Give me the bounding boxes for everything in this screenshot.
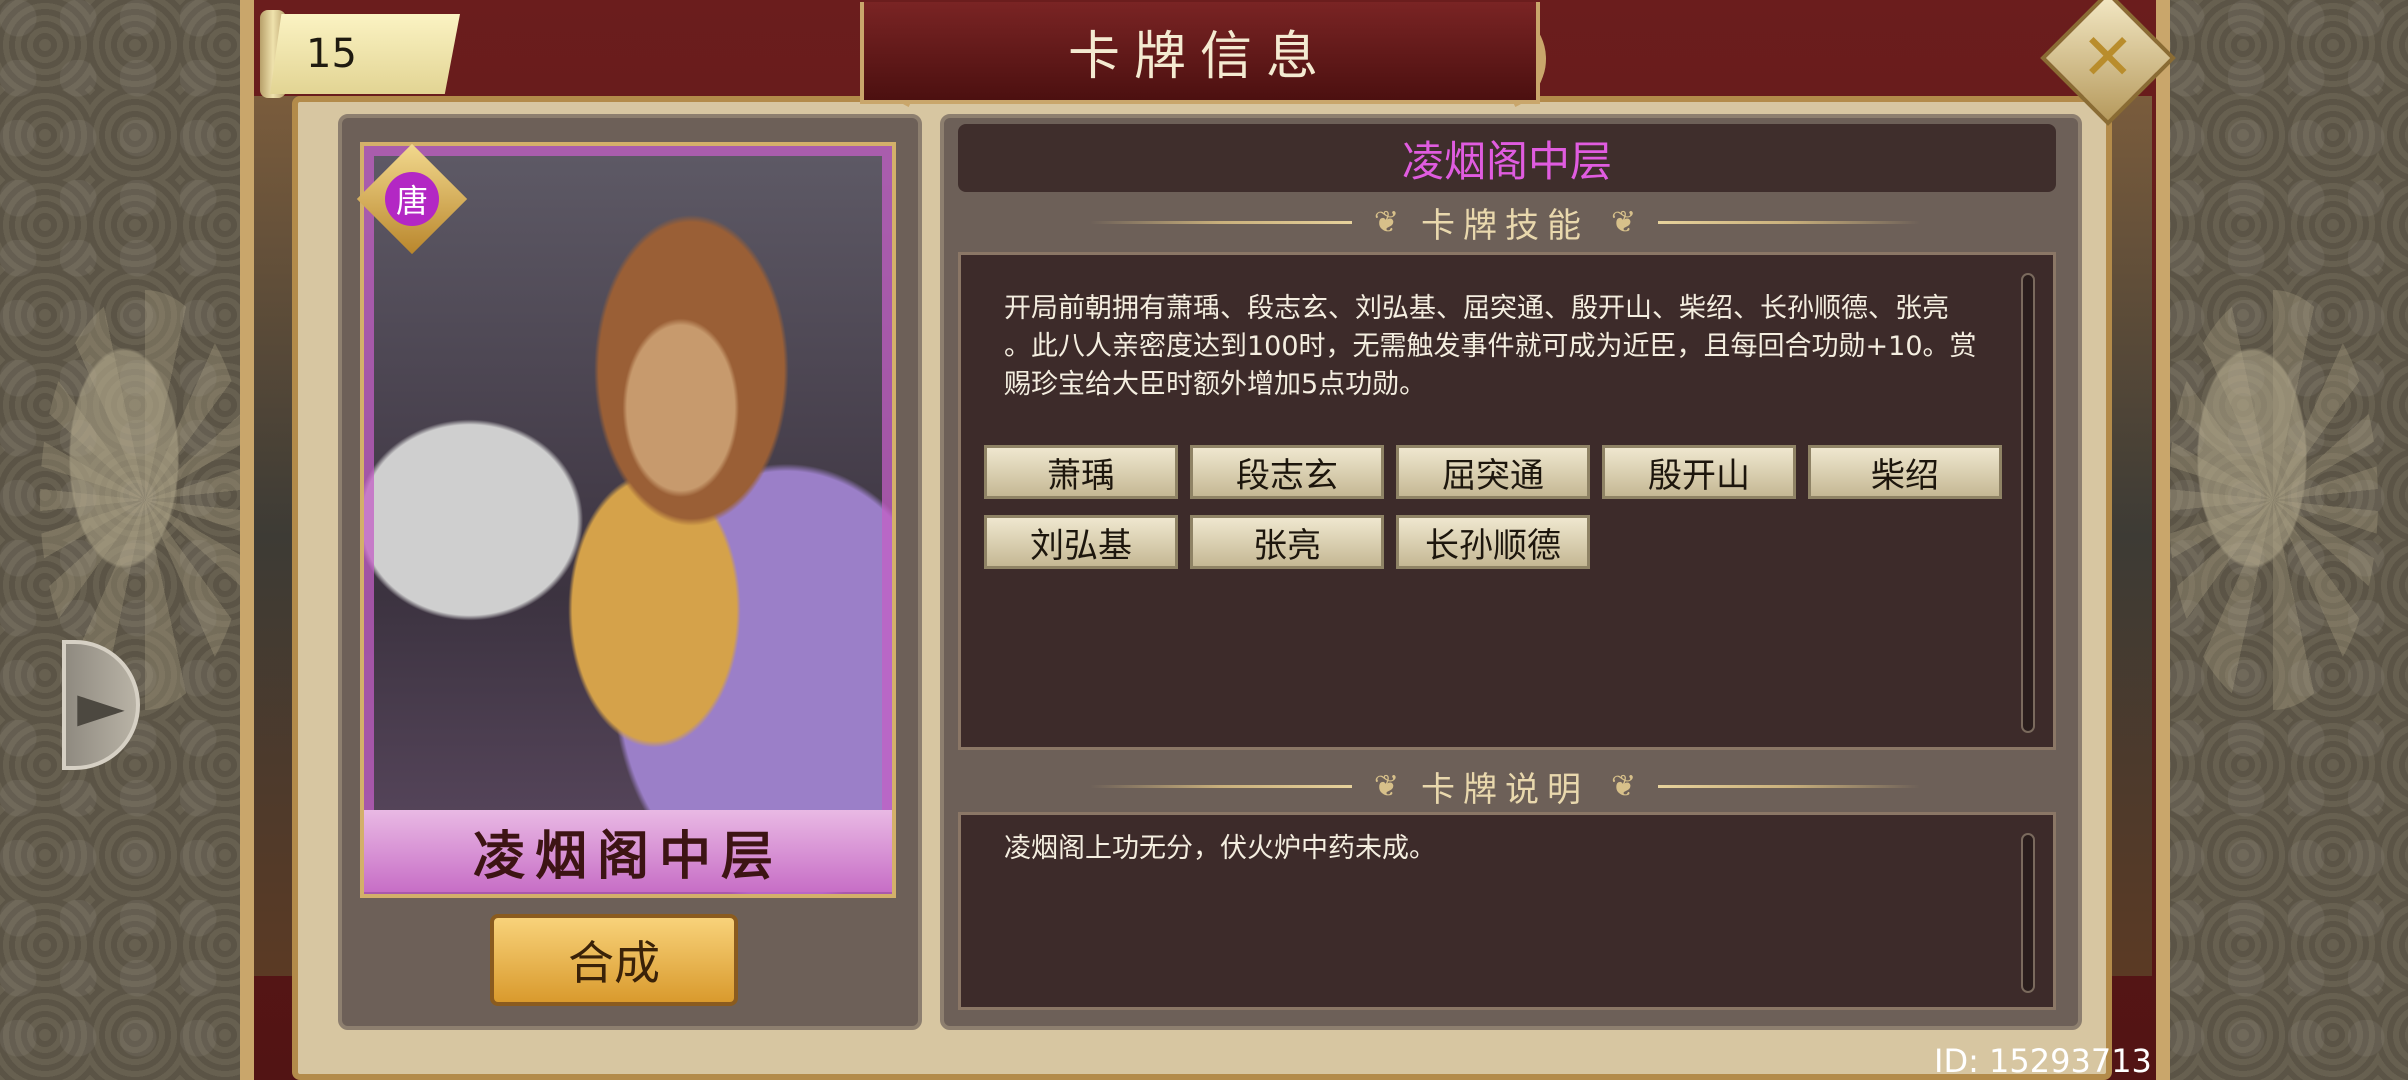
title-bar: 卡牌信息 <box>860 2 1540 104</box>
member-chip[interactable]: 萧瑀 <box>984 445 1178 499</box>
skill-description: 开局前朝拥有萧瑀、段志玄、刘弘基、屈突通、殷开山、柴绍、长孙顺德、张亮 。此八人… <box>1004 290 2004 404</box>
level-badge: 15 <box>270 14 460 94</box>
member-chip[interactable]: 刘弘基 <box>984 515 1178 569</box>
skill-section-header: ❦ 卡牌技能 ❦ <box>1090 202 1920 246</box>
card-portrait <box>360 142 896 898</box>
skill-desc-line: 开局前朝拥有萧瑀、段志玄、刘弘基、屈突通、殷开山、柴绍、长孙顺德、张亮 <box>1004 293 1949 324</box>
lore-section-header: ❦ 卡牌说明 ❦ <box>1090 766 1920 810</box>
lore-scrollbar[interactable] <box>2021 833 2035 993</box>
player-id: ID: 15293713 <box>1934 1042 2152 1080</box>
card-border <box>364 146 892 894</box>
card-name-title: 凌烟阁中层 <box>958 124 2056 192</box>
dragon-emblem-right <box>2168 290 2378 710</box>
card-name-plate: 凌烟阁中层 <box>364 810 892 892</box>
member-chip[interactable]: 张亮 <box>1190 515 1384 569</box>
skill-section-label: 卡牌技能 <box>1421 205 1589 246</box>
lore-section-label: 卡牌说明 <box>1421 769 1589 810</box>
skill-desc-line: 。此八人亲密度达到100时，无需触发事件就可成为近臣，且每回合功勋+10。赏 <box>1004 331 1977 362</box>
member-chip[interactable]: 长孙顺德 <box>1396 515 1590 569</box>
member-chip[interactable]: 屈突通 <box>1396 445 1590 499</box>
level-value: 15 <box>306 31 357 77</box>
page-title: 卡牌信息 <box>1067 26 1332 87</box>
combine-button[interactable]: 合成 <box>490 914 738 1006</box>
member-chip[interactable]: 殷开山 <box>1602 445 1796 499</box>
member-chip[interactable]: 柴绍 <box>1808 445 2002 499</box>
faction-label: 唐 <box>385 172 439 226</box>
lore-text: 凌烟阁上功无分，伏火炉中药未成。 <box>1004 833 1436 864</box>
skill-desc-line: 赐珍宝给大臣时额外增加5点功勋。 <box>1004 369 1427 400</box>
member-chip[interactable]: 段志玄 <box>1190 445 1384 499</box>
close-icon: ✕ <box>2081 21 2135 95</box>
skill-scrollbar[interactable] <box>2021 273 2035 733</box>
chevron-right-icon: ► <box>77 668 125 742</box>
